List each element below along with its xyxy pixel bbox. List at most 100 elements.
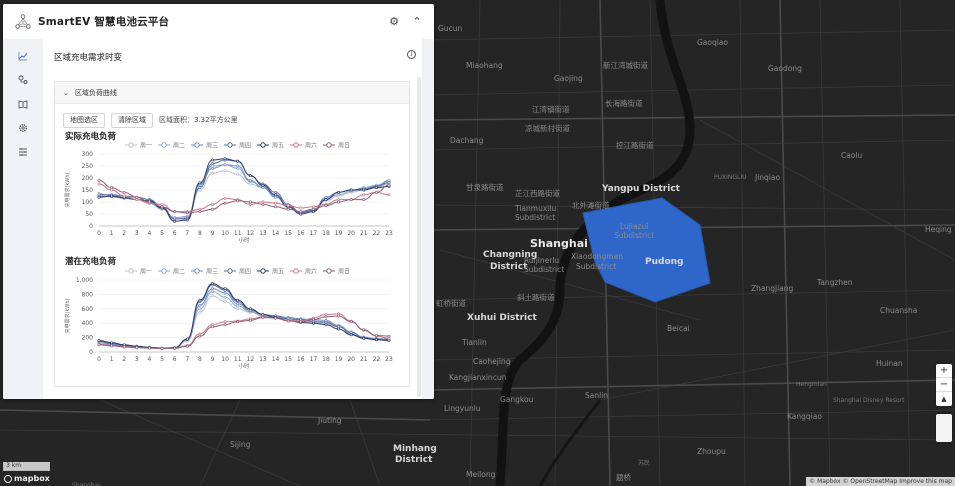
map-label: Gaodong: [768, 64, 802, 73]
map-label: Xiaodongmen: [571, 252, 623, 261]
map-label: 斜土路街道: [517, 293, 555, 302]
collapse-chevron-up-icon[interactable]: ⌃: [410, 15, 424, 29]
data-point: [122, 194, 126, 198]
legend-label: 周四: [239, 143, 251, 150]
y-axis-label: 充电需求(kWh): [64, 299, 71, 334]
legend-label: 周日: [338, 269, 350, 276]
legend-marker: [128, 268, 134, 274]
card-header[interactable]: ⌄ 区域负荷曲线: [55, 82, 409, 104]
actual-load-chart: 周一 周二 周三 周四 周五 周六 周日3002502001501005000 1 2 3 4 5 6 7…: [64, 142, 393, 245]
data-point: [236, 199, 240, 203]
data-point: [236, 320, 240, 324]
data-point: [337, 193, 341, 197]
map-label: 长海路街道: [605, 99, 643, 108]
x-tick-label: 1: [110, 230, 114, 237]
map-label: Subdistrict: [576, 262, 617, 271]
data-point: [362, 336, 366, 340]
x-tick-label: 22: [373, 230, 381, 237]
map-label: Hengmian: [796, 381, 827, 388]
nav-item-load-curve[interactable]: [3, 44, 43, 68]
x-tick-label: 15: [284, 356, 292, 363]
data-point: [173, 217, 177, 221]
map-extra-control[interactable]: [936, 414, 952, 442]
zoom-out-button[interactable]: −: [936, 378, 952, 392]
data-point: [198, 307, 202, 311]
data-point: [223, 291, 227, 295]
info-icon[interactable]: i: [407, 50, 416, 59]
data-point: [311, 318, 315, 322]
legend-marker: [227, 268, 233, 274]
compass-button[interactable]: ▲: [936, 392, 952, 406]
x-tick-label: 11: [234, 230, 242, 237]
data-point: [211, 166, 214, 170]
x-axis-label: 小时: [238, 236, 250, 244]
data-point: [387, 193, 391, 197]
data-point: [211, 287, 214, 291]
x-tick-label: 12: [246, 356, 254, 363]
data-point: [248, 202, 252, 206]
data-point: [387, 183, 391, 187]
x-tick-label: 20: [347, 230, 355, 237]
legend-marker: [326, 142, 332, 148]
map-label: Heqing: [925, 225, 952, 234]
x-tick-label: 5: [160, 356, 164, 363]
data-point: [337, 314, 341, 318]
data-point: [198, 207, 202, 211]
data-point: [135, 195, 139, 199]
legend-label: 周日: [338, 143, 350, 150]
map-label: Lujiazui: [620, 222, 649, 231]
x-tick-label: 9: [211, 230, 215, 237]
nav-item-book[interactable]: [3, 92, 43, 116]
side-nav: [3, 39, 43, 399]
nav-item-filters[interactable]: [3, 140, 43, 164]
map-label: Dachang: [450, 136, 484, 145]
map-label: Shanghai: [530, 237, 588, 250]
data-point: [110, 344, 114, 348]
legend-marker: [128, 142, 134, 148]
map-label: Yangpu District: [602, 184, 680, 194]
nav-item-route[interactable]: [3, 68, 43, 92]
data-point: [324, 195, 328, 199]
select-area-button[interactable]: 地图选区: [63, 113, 105, 128]
data-point: [211, 325, 214, 329]
data-point: [185, 337, 189, 341]
y-tick-label: 250: [82, 163, 94, 170]
app-title: SmartEV 智慧电池云平台: [38, 16, 170, 28]
legend-marker: [194, 268, 200, 274]
legend-label: 周三: [206, 143, 218, 150]
x-tick-label: 7: [185, 230, 189, 237]
data-point: [248, 178, 252, 182]
x-tick-label: 13: [259, 230, 267, 237]
y-tick-label: 300: [82, 151, 94, 158]
x-tick-label: 16: [297, 356, 305, 363]
nav-item-settings[interactable]: [3, 116, 43, 140]
mapbox-logo[interactable]: mapbox: [4, 474, 50, 483]
sliders-icon: [19, 148, 27, 156]
map-attribution[interactable]: © Mapbox © OpenStreetMap Improve this ma…: [806, 477, 955, 486]
map-label: Tangzhen: [817, 278, 853, 287]
content-scrollbar[interactable]: [417, 77, 421, 397]
settings-gear-icon[interactable]: ⚙: [387, 15, 401, 29]
data-point: [337, 200, 341, 204]
y-tick-label: 1,000: [76, 277, 93, 284]
legend-label: 周五: [272, 269, 284, 276]
zoom-control: + − ▲: [936, 364, 952, 406]
legend-marker: [260, 268, 266, 274]
x-tick-label: 11: [234, 356, 242, 363]
map-label: Tianlin: [462, 338, 487, 347]
legend-label: 周三: [206, 269, 218, 276]
clear-area-button[interactable]: 清除区域: [111, 113, 153, 128]
map-label: Zhangjiang: [751, 284, 794, 293]
data-point: [223, 300, 227, 304]
data-point: [211, 158, 214, 162]
data-point: [211, 164, 214, 168]
data-point: [223, 323, 227, 327]
map-label: Lingyunlu: [444, 404, 481, 413]
zoom-in-button[interactable]: +: [936, 364, 952, 378]
data-point: [97, 339, 101, 342]
data-point: [374, 333, 378, 337]
legend-label: 周一: [140, 143, 152, 150]
data-point: [160, 346, 164, 350]
data-point: [248, 307, 252, 311]
data-point: [198, 298, 202, 302]
